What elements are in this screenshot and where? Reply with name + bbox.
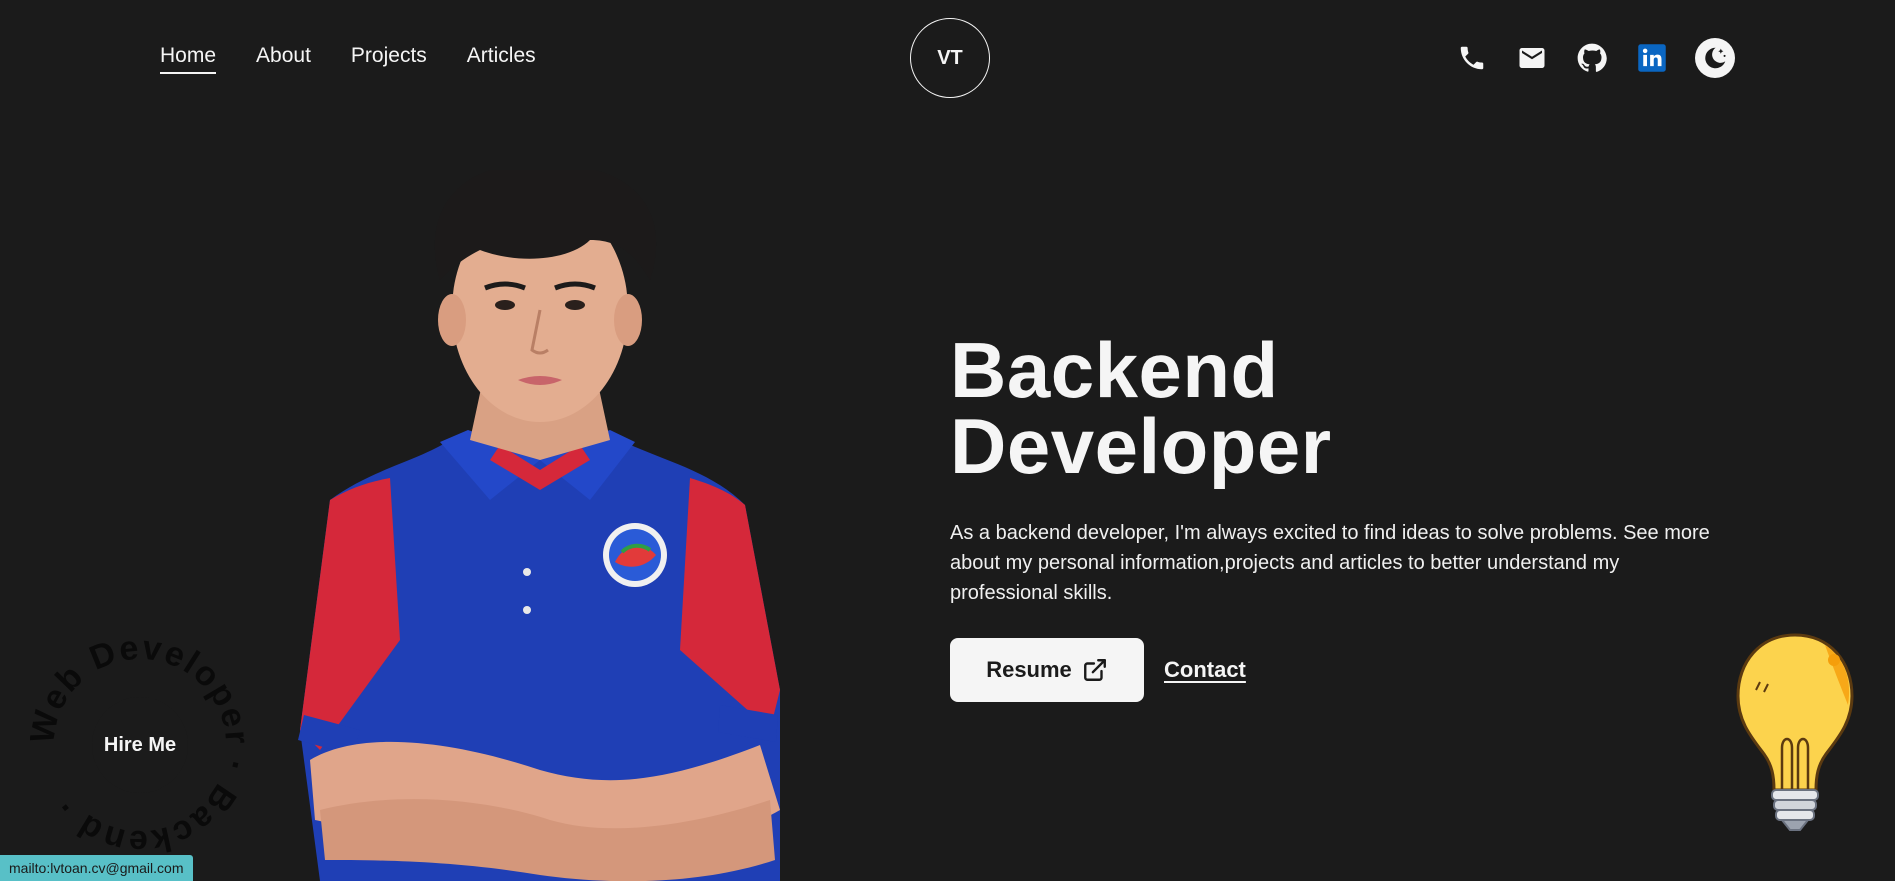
main-nav: Home About Projects Articles <box>160 44 536 74</box>
mail-icon[interactable] <box>1515 41 1549 75</box>
hero-actions: Resume Contact <box>950 638 1730 702</box>
nav-home[interactable]: Home <box>160 44 217 74</box>
logo[interactable]: VT <box>910 18 990 98</box>
github-icon[interactable] <box>1575 41 1609 75</box>
nav-about[interactable]: About <box>256 44 311 72</box>
hero-title-line2: Developer <box>950 402 1332 490</box>
hero-description: As a backend developer, I'm always excit… <box>950 522 1710 604</box>
hire-me-button[interactable]: Hire Me <box>92 697 188 793</box>
moon-icon <box>1705 47 1726 69</box>
hero-title: Backend Developer <box>950 331 1730 485</box>
theme-toggle-button[interactable] <box>1695 38 1735 78</box>
page: Home About Projects Articles VT Backend … <box>0 0 1895 881</box>
nav-projects[interactable]: Projects <box>351 44 427 72</box>
hero-section: Backend Developer As a backend developer… <box>950 331 1730 702</box>
contact-link[interactable]: Contact <box>1164 657 1246 683</box>
lightbulb-icon <box>1736 633 1854 831</box>
nav-articles[interactable]: Articles <box>467 44 536 72</box>
hero-title-line1: Backend <box>950 326 1279 414</box>
resume-button[interactable]: Resume <box>950 638 1144 702</box>
resume-label: Resume <box>986 657 1072 682</box>
linkedin-icon[interactable] <box>1635 41 1669 75</box>
social-links <box>1455 38 1735 78</box>
external-link-icon <box>1083 659 1106 681</box>
hire-me-badge[interactable]: Web Developer · Backend · Hire Me <box>30 635 250 855</box>
phone-icon[interactable] <box>1455 41 1489 75</box>
status-bar-url: mailto:lvtoan.cv@gmail.com <box>0 855 193 881</box>
profile-photo <box>298 170 780 881</box>
